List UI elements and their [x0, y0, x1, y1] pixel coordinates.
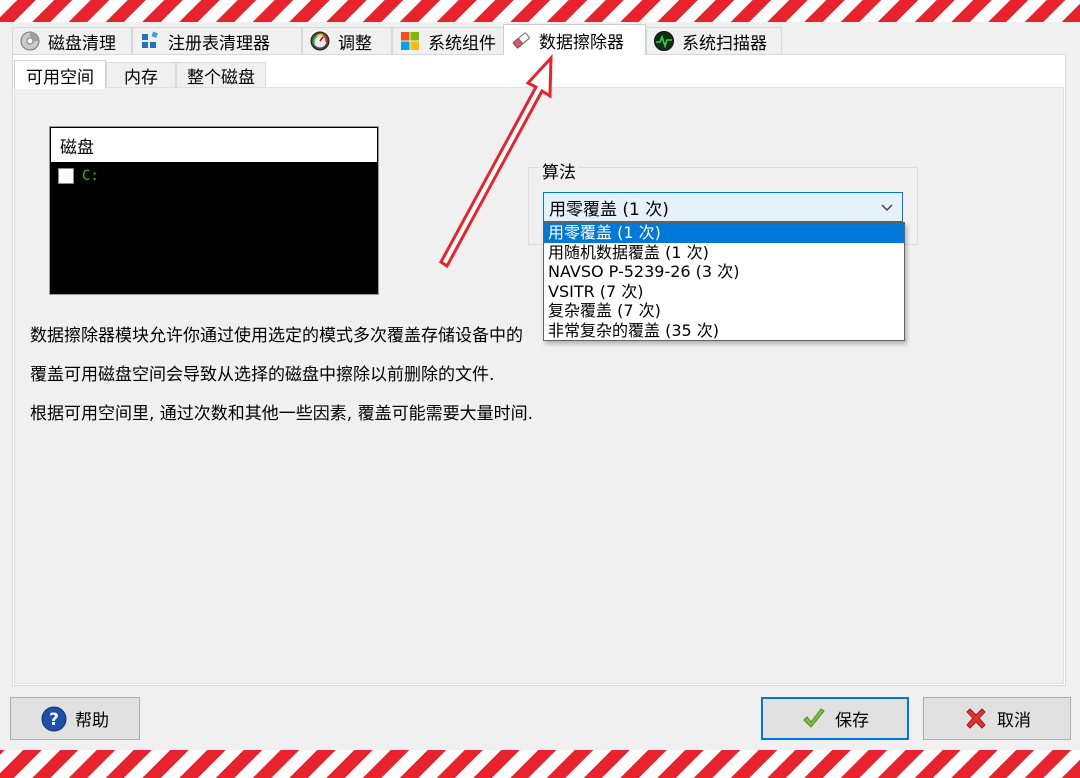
tab-disk-cleanup[interactable]: 磁盘清理 — [12, 27, 132, 54]
tab-data-eraser[interactable]: 数据擦除器 — [503, 24, 646, 55]
disk-label: C: — [82, 168, 99, 184]
subtab-label: 整个磁盘 — [187, 68, 255, 88]
algorithm-dropdown-list: 用零覆盖 (1 次) 用随机数据覆盖 (1 次) NAVSO P-5239-26… — [543, 222, 905, 341]
cancel-button-label: 取消 — [997, 711, 1031, 731]
system-scanner-icon — [653, 30, 675, 52]
tab-label: 数据擦除器 — [539, 32, 624, 53]
tab-label: 调整 — [338, 33, 372, 54]
tab-label: 磁盘清理 — [48, 33, 116, 54]
tab-label: 系统组件 — [428, 33, 496, 54]
description-line: 覆盖可用磁盘空间会导致从选择的磁盘中擦除以前删除的文件. — [30, 365, 495, 385]
top-warning-stripe — [0, 0, 1080, 22]
list-item[interactable]: C: — [50, 163, 378, 189]
tab-registry-cleaner[interactable]: 注册表清理器 — [132, 27, 302, 54]
subtab-label: 内存 — [124, 68, 158, 88]
algorithm-selected-value: 用零覆盖 (1 次) — [549, 199, 669, 220]
help-icon: ? — [41, 706, 67, 732]
tab-tweak[interactable]: 调整 — [302, 27, 392, 54]
disk-checkbox[interactable] — [58, 168, 74, 184]
dropdown-option[interactable]: NAVSO P-5239-26 (3 次) — [544, 262, 904, 282]
registry-cleaner-icon — [139, 30, 161, 52]
subtab-memory[interactable]: 内存 — [106, 62, 176, 88]
svg-text:?: ? — [49, 710, 59, 730]
dropdown-option[interactable]: VSITR (7 次) — [544, 282, 904, 302]
cancel-button[interactable]: 取消 — [923, 697, 1071, 740]
algorithm-label: 算法 — [540, 158, 578, 183]
algorithm-select[interactable]: 用零覆盖 (1 次) — [543, 192, 903, 222]
subtab-free-space[interactable]: 可用空间 — [14, 60, 106, 89]
subtab-label: 可用空间 — [26, 67, 94, 88]
help-button[interactable]: ? 帮助 — [10, 697, 140, 740]
eraser-icon — [510, 29, 532, 51]
dropdown-option[interactable]: 非常复杂的覆盖 (35 次) — [544, 321, 904, 341]
disk-list-header-label: 磁盘 — [60, 137, 94, 158]
dropdown-option[interactable]: 用随机数据覆盖 (1 次) — [544, 243, 904, 263]
tab-label: 系统扫描器 — [682, 33, 767, 54]
tweak-gauge-icon — [309, 30, 331, 52]
dropdown-option[interactable]: 复杂覆盖 (7 次) — [544, 301, 904, 321]
description-line: 数据擦除器模块允许你通过使用选定的模式多次覆盖存储设备中的 — [30, 326, 523, 346]
close-icon — [963, 706, 989, 732]
description-line: 根据可用空间里, 通过次数和其他一些因素, 覆盖可能需要大量时间. — [30, 404, 534, 424]
tab-label: 注册表清理器 — [168, 33, 270, 54]
save-button[interactable]: 保存 — [761, 697, 909, 740]
chevron-down-icon — [880, 197, 894, 221]
subtab-whole-disk[interactable]: 整个磁盘 — [176, 62, 266, 88]
tab-system-scanner[interactable]: 系统扫描器 — [646, 27, 782, 54]
disk-cleanup-icon — [19, 30, 41, 52]
dropdown-option[interactable]: 用零覆盖 (1 次) — [544, 223, 904, 243]
disk-list[interactable]: 磁盘 C: — [49, 126, 379, 295]
checkmark-icon — [801, 706, 827, 732]
tab-system-components[interactable]: 系统组件 — [392, 27, 514, 54]
help-button-label: 帮助 — [75, 711, 109, 731]
save-button-label: 保存 — [835, 711, 869, 731]
disk-list-header[interactable]: 磁盘 — [50, 127, 378, 163]
bottom-warning-stripe — [0, 750, 1080, 778]
windows-components-icon — [399, 30, 421, 52]
